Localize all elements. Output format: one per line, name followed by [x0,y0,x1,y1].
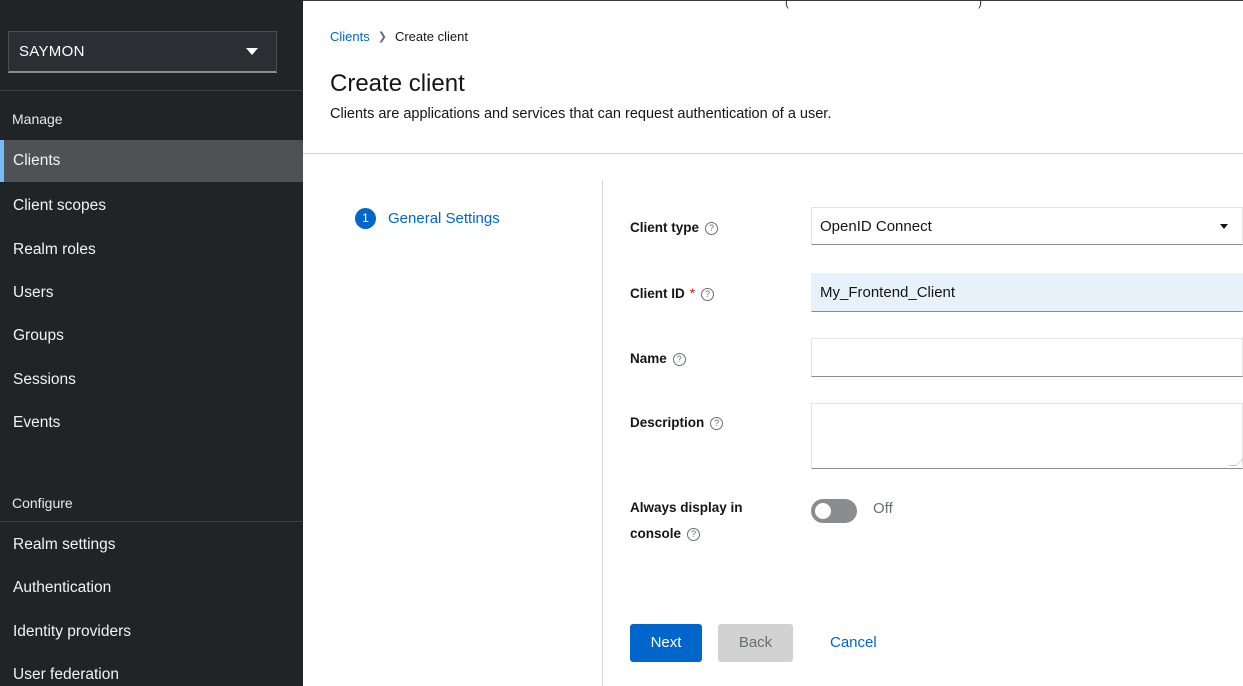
wizard-step-general-settings[interactable]: 1 General Settings [355,208,500,229]
sidebar-item-user-federation[interactable]: User federation [0,654,303,686]
breadcrumb: Clients ❯ Create client [330,29,468,44]
description-textarea[interactable] [811,403,1243,469]
always-display-label-line2: console ? [630,522,701,546]
next-button[interactable]: Next [630,624,702,662]
sidebar-item-sessions[interactable]: Sessions [0,359,303,401]
sidebar-item-realm-roles[interactable]: Realm roles [0,229,303,271]
sidebar-item-events[interactable]: Events [0,402,303,444]
name-label: Name ? [630,347,686,371]
always-display-label-text-2: console [630,526,682,541]
realm-name: SAYMON [19,43,85,60]
client-id-input[interactable]: My_Frontend_Client [811,273,1243,312]
client-id-label-text: Client ID [630,286,685,301]
sidebar-item-groups[interactable]: Groups [0,315,303,357]
page-title: Create client [330,70,465,97]
back-button[interactable]: Back [718,624,793,662]
main-content: Clients ❯ Create client Create client Cl… [303,0,1243,686]
wizard-divider [602,180,603,686]
step-label: General Settings [388,210,500,227]
description-label: Description ? [630,411,724,435]
help-circle-icon[interactable]: ? [701,287,715,301]
sidebar-item-realm-settings[interactable]: Realm settings [0,524,303,566]
always-display-label-line1: Always display in [630,496,743,520]
client-type-label-text: Client type [630,220,700,235]
help-circle-icon[interactable]: ? [687,527,701,541]
description-label-text: Description [630,415,705,430]
sidebar-item-identity-providers[interactable]: Identity providers [0,611,303,653]
header-divider [303,153,1243,154]
client-type-value: OpenID Connect [820,217,932,235]
section-heading-manage: Manage [0,90,303,140]
caret-down-icon [1220,223,1228,229]
step-number-badge: 1 [355,208,376,229]
breadcrumb-current: Create client [394,29,468,44]
chevron-right-icon: ❯ [377,31,387,43]
client-type-label: Client type ? [630,216,719,240]
help-circle-icon[interactable]: ? [672,352,686,366]
sidebar-item-client-scopes[interactable]: Client scopes [0,185,303,227]
cancel-button[interactable]: Cancel [818,624,888,662]
caret-down-icon [246,48,258,55]
toggle-knob [815,503,831,519]
sidebar-item-users[interactable]: Users [0,272,303,314]
sidebar-item-clients[interactable]: Clients [0,140,303,182]
app-root: ( ) SAYMON Manage Clients Client scopes … [0,0,1243,686]
sidebar-item-authentication[interactable]: Authentication [0,567,303,609]
client-id-label: Client ID * ? [630,282,715,306]
page-description: Clients are applications and services th… [330,106,832,122]
realm-selector[interactable]: SAYMON [8,31,277,73]
always-display-toggle[interactable] [811,499,857,523]
section-heading-configure: Configure [0,480,303,522]
help-circle-icon[interactable]: ? [710,416,724,430]
resize-handle-icon[interactable] [1228,458,1243,466]
always-display-label-text: Always display in [630,500,743,515]
name-label-text: Name [630,351,667,366]
client-type-select[interactable]: OpenID Connect [811,207,1243,245]
required-asterisk: * [689,286,696,301]
name-input[interactable] [811,338,1243,377]
help-circle-icon[interactable]: ? [705,221,719,235]
toggle-state-text: Off [873,500,893,517]
sidebar: SAYMON Manage Clients Client scopes Real… [0,0,303,686]
breadcrumb-clients-link[interactable]: Clients [330,29,370,44]
